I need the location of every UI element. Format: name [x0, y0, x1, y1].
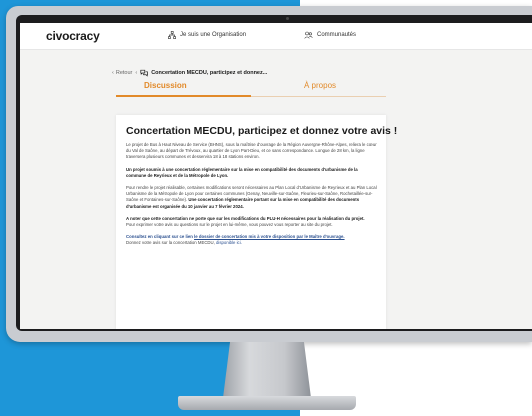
monitor-stand [223, 342, 311, 398]
organization-icon [168, 31, 176, 39]
nav-organization-label: Je suis une Organisation [180, 32, 247, 38]
paragraph-regulatory: Un projet soumis à une concertation régl… [126, 166, 358, 178]
nav-organization[interactable]: Je suis une Organisation [168, 31, 246, 39]
screen: civocracy Je suis une Organisation Commu… [20, 23, 532, 329]
nav-communities[interactable]: Communautés [304, 31, 356, 39]
active-tab-indicator [116, 95, 251, 97]
monitor-base [178, 396, 356, 410]
camera-dot [286, 17, 289, 20]
article-card: Concertation MECDU, participez et donnez… [116, 115, 398, 329]
dossier-link[interactable]: le dossier de concertation mis à votre d… [194, 234, 345, 239]
communities-icon [304, 31, 313, 39]
chat-bubbles-icon [140, 69, 149, 77]
article-title: Concertation MECDU, participez et donnez… [126, 125, 398, 137]
logo[interactable]: civocracy [46, 29, 100, 43]
tab-bar: Discussion À propos [116, 81, 386, 99]
back-chevron-icon[interactable]: ‹ [112, 70, 114, 76]
paragraph-note-bold: A noter que cette concertation ne porte … [126, 215, 365, 221]
top-navbar: civocracy Je suis une Organisation Commu… [20, 23, 532, 50]
back-link[interactable]: Retour [116, 70, 133, 76]
paragraph-intro: Le projet de Bus à Haut Niveau de Servic… [126, 142, 377, 160]
avis-text: Donnez votre avis sur la concertation ME… [126, 240, 215, 246]
paragraph-links: Consultez en cliquant sur ce lien le dos… [126, 234, 378, 246]
paragraph-note: A noter que cette concertation ne porte … [126, 216, 378, 228]
breadcrumb-separator: ‹ [135, 70, 138, 76]
breadcrumb-page-title: Concertation MECDU, participez et donnez… [151, 70, 268, 76]
paragraph-modifications: Pour rendre le projet réalisable, certai… [126, 185, 378, 210]
dossier-link-prefix: Consultez en cliquant sur ce lien [126, 234, 193, 240]
avis-link[interactable]: disponible ici. [216, 240, 242, 245]
paragraph-note-text: Pour exprimer votre avis ou questions su… [126, 222, 333, 228]
tab-discussion[interactable]: Discussion [144, 81, 187, 90]
tab-about[interactable]: À propos [304, 81, 336, 90]
breadcrumb: ‹ Retour ‹ Concertation MECDU, participe… [112, 69, 267, 77]
nav-communities-label: Communautés [317, 32, 357, 38]
